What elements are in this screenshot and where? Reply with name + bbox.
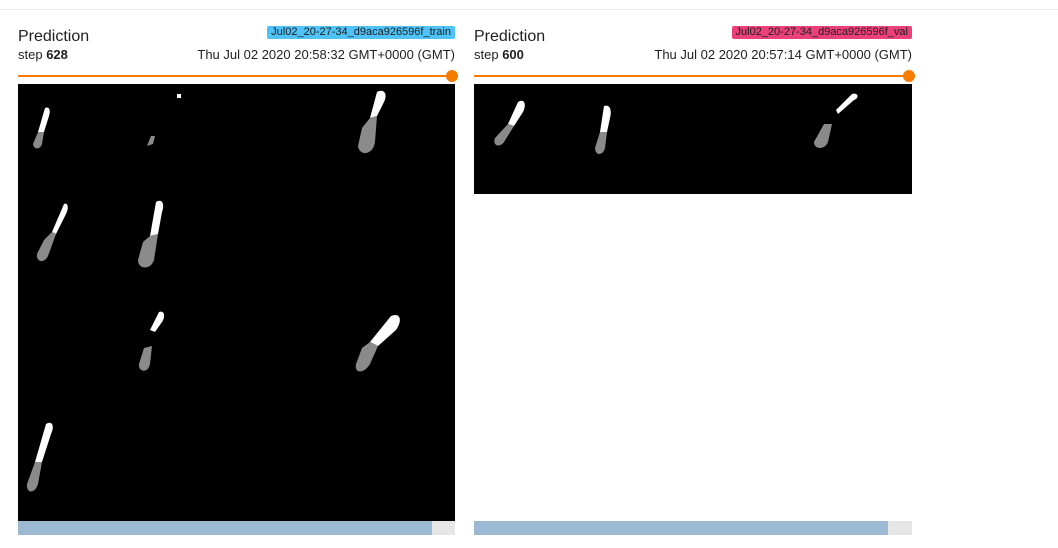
- step-value: 600: [502, 47, 524, 62]
- mask-blob: [814, 93, 858, 148]
- scrollbar-thumb[interactable]: [474, 521, 888, 535]
- top-divider: [0, 9, 1058, 10]
- card-title: Prediction: [474, 28, 546, 45]
- horizontal-scrollbar-val[interactable]: [474, 521, 912, 535]
- mask-blob: [33, 107, 50, 149]
- card-header: Prediction step 628 Jul02_20-27-34_d9aca…: [18, 24, 455, 70]
- mask-blob: [494, 100, 525, 146]
- prediction-image: [18, 84, 455, 521]
- image-dashboard: Prediction step 628 Jul02_20-27-34_d9aca…: [0, 0, 1058, 548]
- slider-thumb[interactable]: [903, 70, 915, 82]
- mask-blob: [26, 422, 53, 492]
- card-header: Prediction step 600 Jul02_20-27-34_d9aca…: [474, 24, 912, 70]
- mask-blob: [355, 314, 400, 372]
- prediction-image: [474, 84, 912, 194]
- step-label: step: [18, 47, 43, 62]
- prediction-mask-grid: [26, 90, 400, 492]
- slider-thumb[interactable]: [446, 70, 458, 82]
- timestamp: Thu Jul 02 2020 20:57:14 GMT+0000 (GMT): [654, 47, 912, 62]
- mask-blob: [138, 311, 165, 371]
- horizontal-scrollbar-train[interactable]: [18, 521, 455, 535]
- slider-track[interactable]: [18, 75, 455, 77]
- mask-blob: [36, 203, 68, 262]
- step-slider[interactable]: [474, 70, 915, 82]
- timestamp: Thu Jul 02 2020 20:58:32 GMT+0000 (GMT): [197, 47, 455, 62]
- mask-blob: [138, 200, 164, 268]
- step-indicator: step 628: [18, 47, 68, 62]
- card-title: Prediction: [18, 28, 90, 45]
- slider-track[interactable]: [474, 75, 912, 77]
- image-card-train: Prediction step 628 Jul02_20-27-34_d9aca…: [18, 24, 458, 521]
- scrollbar-thumb[interactable]: [18, 521, 432, 535]
- step-slider[interactable]: [18, 70, 458, 82]
- run-tag-train: Jul02_20-27-34_d9aca926596f_train: [267, 26, 455, 39]
- mask-blob: [147, 136, 155, 146]
- image-card-val: Prediction step 600 Jul02_20-27-34_d9aca…: [474, 24, 915, 194]
- prediction-mask-grid: [494, 93, 858, 154]
- mask-blob: [358, 90, 386, 154]
- step-value: 628: [46, 47, 68, 62]
- mask-blob: [177, 94, 181, 98]
- mask-blob: [595, 105, 611, 154]
- step-indicator: step 600: [474, 47, 524, 62]
- run-tag-val: Jul02_20-27-34_d9aca926596f_val: [731, 26, 912, 39]
- step-label: step: [474, 47, 499, 62]
